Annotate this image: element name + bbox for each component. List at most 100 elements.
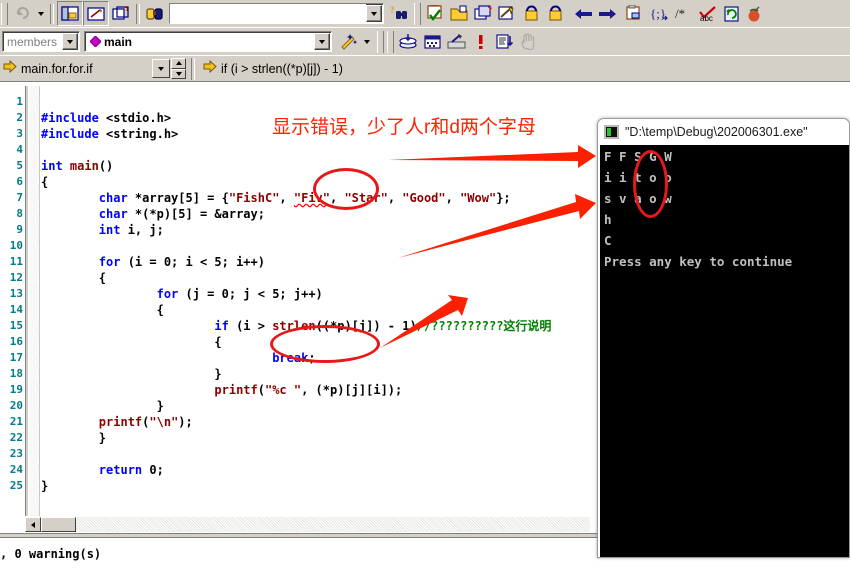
undo-icon[interactable] [10,2,34,25]
line-number: 21 [9,415,23,428]
back-arrow-glyph [574,8,592,19]
toolbar-grip[interactable] [1,2,8,25]
warning-icon[interactable] [468,30,492,53]
forward-arrow-icon[interactable] [595,2,619,25]
braces-glyph: {;} [650,6,668,21]
svg-text:abc: abc [700,14,713,22]
scope-spinner-up[interactable] [171,58,186,69]
undo-glyph [16,7,29,19]
function-combo-dropdown-icon[interactable] [314,33,330,50]
comment-icon[interactable]: /* [671,2,695,25]
code-token: int [41,159,70,173]
code-token: for [98,255,121,269]
console-window[interactable]: "D:\temp\Debug\202006301.exe" F F S G W i… [597,118,850,558]
function-combo[interactable]: main [84,31,332,52]
code-line: { [41,174,48,190]
scroll-track[interactable] [76,517,590,532]
batch-build-icon[interactable] [471,2,495,25]
clipboard-ring-icon[interactable] [623,2,647,25]
magic-wand-dropdown-icon[interactable] [360,30,373,53]
scroll-thumb[interactable] [41,517,76,532]
code-token: <stdio.h> [106,111,172,125]
line-number: 17 [9,351,23,364]
code-line: int i, j; [41,222,164,238]
update-deps-icon[interactable] [495,2,519,25]
scope-spinner[interactable] [171,58,186,79]
compile-glyph [427,5,442,21]
spellcheck-icon[interactable]: abc [695,2,719,25]
line-number: 4 [16,143,23,156]
back-arrow-icon[interactable] [571,2,595,25]
console-titlebar[interactable]: "D:\temp\Debug\202006301.exe" [598,119,849,145]
line-number: 12 [9,271,23,284]
find-icon[interactable]: ? [387,2,411,25]
code-token: (j = 0; j < 5; j++) [178,287,323,301]
code-line: { [41,302,164,318]
members-combo-value: members [7,34,58,49]
stop-build-glyph [524,5,538,21]
code-token: "Good" [402,191,446,205]
code-line: for (j = 0; j < 5; j++) [41,286,323,302]
find-in-files-icon[interactable] [143,2,167,25]
class-wizard-icon[interactable] [396,30,420,53]
add-function-icon[interactable] [444,30,468,53]
find-combo-dropdown-icon[interactable] [366,5,382,22]
find-combo[interactable] [169,3,384,24]
stop-build-icon[interactable] [519,2,543,25]
add-class-icon[interactable] [420,30,444,53]
window-list-icon[interactable] [109,2,133,25]
console-line: s v a o w [604,191,672,206]
compile-icon[interactable] [423,2,447,25]
members-combo-dropdown-icon[interactable] [62,33,78,50]
workspace-icon[interactable] [57,1,83,26]
goto-definition-icon[interactable] [492,30,516,53]
console-line: i i t o o [604,170,672,185]
line-number: 11 [9,255,23,268]
clipboard-glyph [626,5,640,20]
scope-dropdown-icon[interactable] [152,59,170,78]
tomato-glyph [748,6,760,21]
line-number: 14 [9,303,23,316]
line-number: 1 [16,95,23,108]
tomato-icon[interactable] [743,2,767,25]
search-input[interactable] [170,4,366,23]
braces-icon[interactable]: {;} [647,2,671,25]
code-token: } [41,431,107,445]
code-token: #include [41,127,107,141]
code-line: char *(*p)[5] = &array; [41,206,265,222]
scroll-left-icon[interactable] [25,517,41,532]
scope-arrow-icon [3,59,17,78]
members-combo[interactable]: members [2,31,80,52]
line-number: 22 [9,431,23,444]
wizardbar-grip-2[interactable] [387,30,394,53]
output-icon[interactable] [83,1,109,26]
code-token: for [156,287,179,301]
code-line: { [41,270,106,286]
find-glyph: ? [390,5,407,19]
code-token: char [98,191,135,205]
code-token: "Fiv" [293,191,330,205]
magic-wand-icon[interactable] [336,30,360,53]
editor-horizontal-scrollbar[interactable] [25,516,590,532]
comment-glyph: /* [675,6,685,21]
navbar-separator [191,57,195,80]
undo-dropdown-icon[interactable] [34,2,47,25]
code-token: <string.h> [106,127,179,141]
start-debug-icon[interactable] [543,2,567,25]
build-icon[interactable] [447,2,471,25]
hand-icon[interactable] [516,30,540,53]
toolbar-separator-2 [136,3,140,24]
refresh-icon[interactable] [719,2,743,25]
code-token: strlen [272,319,316,333]
wizardbar-grip[interactable] [377,30,384,53]
scope-spinner-down[interactable] [171,68,186,79]
toolbar-grip-2[interactable] [414,2,421,25]
selection-margin[interactable] [30,86,40,520]
code-line: #include <string.h> [41,126,178,142]
